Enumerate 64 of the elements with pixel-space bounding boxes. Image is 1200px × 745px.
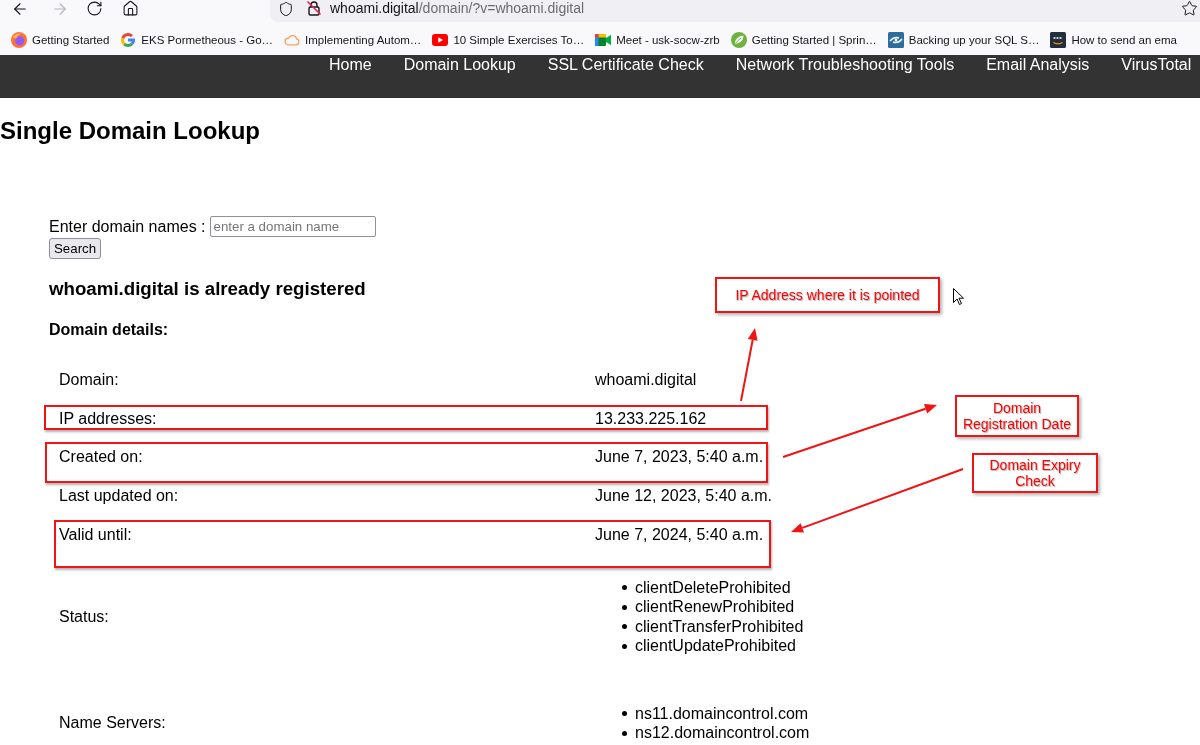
nav-link[interactable]: Domain Lookup bbox=[403, 55, 516, 74]
field-label: IP addresses: bbox=[59, 409, 157, 427]
bookmark-item[interactable]: How to send an ema bbox=[1050, 32, 1177, 48]
result-message: whoami.digital is already registered bbox=[49, 278, 366, 300]
swirl-logo-icon bbox=[887, 32, 904, 48]
field-label: Name Servers: bbox=[59, 714, 166, 732]
address-bar[interactable]: whoami.digital/domain/?v=whoami.digital bbox=[270, 0, 1200, 22]
bullet-icon bbox=[622, 624, 627, 630]
list-item: ns11.domaincontrol.com bbox=[635, 704, 809, 723]
section-heading: Domain details: bbox=[49, 321, 169, 339]
field-value: June 12, 2023, 5:40 a.m. bbox=[595, 486, 772, 505]
bookmark-item[interactable]: Implementing Autom… bbox=[284, 32, 422, 48]
nav-link[interactable]: VirusTotal bbox=[1121, 55, 1192, 74]
round-logo-icon bbox=[11, 32, 27, 48]
domain-input[interactable]: enter a domain name bbox=[209, 216, 376, 237]
annotation-callout: Domain Expiry Check bbox=[972, 453, 1098, 493]
bullet-icon bbox=[622, 604, 627, 610]
list-item: clientRenewProhibited bbox=[635, 598, 795, 617]
field-label: Domain: bbox=[59, 370, 119, 388]
bookmark-item[interactable]: Backing up your SQL S… bbox=[887, 32, 1040, 48]
field-value: 13.233.225.162 bbox=[595, 409, 707, 428]
nav-link[interactable]: Email Analysis bbox=[986, 55, 1090, 74]
bookmark-star-icon[interactable] bbox=[1181, 0, 1198, 17]
shield-icon[interactable] bbox=[278, 1, 294, 17]
crossed-lock-icon[interactable] bbox=[306, 0, 322, 16]
search-button[interactable]: Search bbox=[49, 238, 102, 259]
bookmark-item[interactable]: 10 Simple Exercises To… bbox=[432, 32, 585, 48]
field-value: June 7, 2024, 5:40 a.m. bbox=[595, 525, 764, 544]
mouse-cursor-icon bbox=[953, 288, 964, 305]
bookmark-item[interactable]: Getting Started bbox=[11, 32, 110, 48]
field-label: Enter domain names : bbox=[49, 217, 206, 236]
page-title: Single Domain Lookup bbox=[0, 117, 260, 145]
list-item: ns12.domaincontrol.com bbox=[635, 724, 810, 743]
bookmark-item[interactable]: Getting Started | Sprin… bbox=[730, 32, 877, 48]
nav-link[interactable]: Network Troubleshooting Tools bbox=[735, 55, 955, 74]
back-icon[interactable] bbox=[11, 0, 29, 18]
bookmark-item[interactable]: EKS Pormetheous - Go… bbox=[120, 32, 274, 48]
reload-icon[interactable] bbox=[86, 0, 103, 17]
video-camera-icon bbox=[595, 34, 612, 46]
bullet-icon bbox=[622, 585, 627, 591]
list-item: clientTransferProhibited bbox=[635, 617, 804, 636]
annotation-callout: Domain Registration Date bbox=[955, 395, 1079, 437]
home-icon[interactable] bbox=[122, 0, 139, 17]
field-label: Valid until: bbox=[59, 525, 132, 543]
nav-link[interactable]: Home bbox=[329, 55, 372, 74]
bullet-icon bbox=[622, 711, 627, 717]
list-item: clientUpdateProhibited bbox=[635, 637, 796, 656]
field-value: whoami.digital bbox=[595, 370, 697, 389]
field-label: Created on: bbox=[59, 448, 143, 466]
annotation-callout: IP Address where it is pointed bbox=[715, 277, 940, 313]
url-text: whoami.digital/domain/?v=whoami.digital bbox=[330, 0, 585, 16]
field-label: Last updated on: bbox=[59, 486, 179, 504]
bookmark-item[interactable]: Meet - usk-socw-zrb bbox=[595, 32, 720, 48]
g-logo-icon bbox=[120, 32, 137, 48]
smile-logo-icon bbox=[1050, 32, 1067, 48]
bullet-icon bbox=[622, 643, 627, 649]
nav-link[interactable]: SSL Certificate Check bbox=[547, 55, 704, 74]
list-item: clientDeleteProhibited bbox=[635, 578, 791, 597]
cloud-icon bbox=[284, 32, 301, 48]
field-label: Status: bbox=[59, 607, 109, 625]
bullet-icon bbox=[622, 730, 627, 736]
field-value: June 7, 2023, 5:40 a.m. bbox=[595, 448, 764, 467]
leaf-icon bbox=[730, 32, 747, 48]
play-icon bbox=[432, 34, 449, 46]
